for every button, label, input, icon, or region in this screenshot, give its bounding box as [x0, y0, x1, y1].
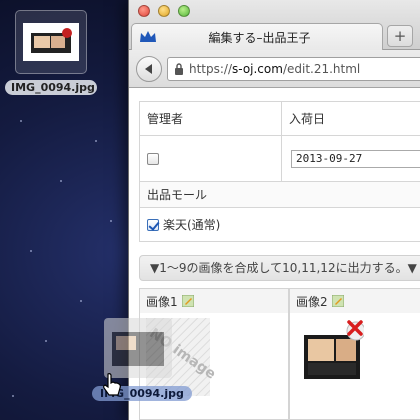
title-bar: 編集する–出品王子 +	[129, 0, 420, 50]
delete-icon[interactable]	[346, 319, 364, 337]
close-window-button[interactable]	[138, 5, 150, 17]
arrival-column-header: 入荷日	[289, 112, 326, 126]
hand-cursor-icon	[103, 373, 121, 396]
browser-tab[interactable]: 編集する–出品王子	[131, 23, 383, 50]
desktop-file-icon[interactable]: IMG_0094.jpg	[5, 10, 97, 95]
admin-row: 2013-09-27	[139, 136, 420, 182]
image2-label: 画像2	[296, 294, 328, 309]
back-arrow-icon	[145, 64, 152, 74]
zoom-window-button[interactable]	[178, 5, 190, 17]
edit-icon[interactable]	[331, 295, 344, 307]
rakuten-label: 楽天(通常)	[163, 218, 221, 232]
mall-heading: 出品モール	[147, 188, 208, 202]
url-prefix: https://	[189, 62, 233, 76]
address-bar[interactable]: https:// s-oj.com /edit.21.html	[167, 57, 420, 81]
image2-slot[interactable]	[289, 313, 420, 420]
mall-option-row: 楽天(通常)	[139, 208, 420, 242]
admin-checkbox[interactable]	[147, 153, 159, 165]
dragged-file-ghost	[104, 318, 172, 378]
mall-heading-row: 出品モール	[139, 182, 420, 208]
image1-header: 画像1	[139, 288, 289, 314]
image1-label: 画像1	[146, 294, 178, 309]
edit-icon[interactable]	[181, 295, 194, 307]
product-form-table: 管理者 入荷日 2013-09-27 出品モール 楽天(通常)	[139, 101, 420, 242]
file-thumbnail	[15, 10, 87, 74]
back-button[interactable]	[136, 56, 162, 82]
crown-icon	[140, 31, 156, 42]
url-path: /edit.21.html	[282, 62, 361, 76]
minimize-window-button[interactable]	[158, 5, 170, 17]
tab-title: 編集する–出品王子	[208, 30, 311, 45]
lock-icon	[175, 63, 183, 75]
rakuten-checkbox[interactable]	[147, 218, 159, 231]
url-host: s-oj.com	[232, 62, 283, 76]
new-tab-button[interactable]: +	[387, 25, 413, 47]
header-row: 管理者 入荷日	[139, 102, 420, 136]
desktop-file-label: IMG_0094.jpg	[5, 80, 97, 95]
browser-toolbar: https:// s-oj.com /edit.21.html	[129, 50, 420, 88]
image-merge-banner[interactable]: ▼1〜9の画像を合成して10,11,12に出力する。▼	[139, 255, 420, 281]
image2-header: 画像2	[289, 288, 420, 314]
arrival-date-input[interactable]: 2013-09-27	[291, 150, 420, 168]
admin-column-header: 管理者	[140, 102, 282, 135]
